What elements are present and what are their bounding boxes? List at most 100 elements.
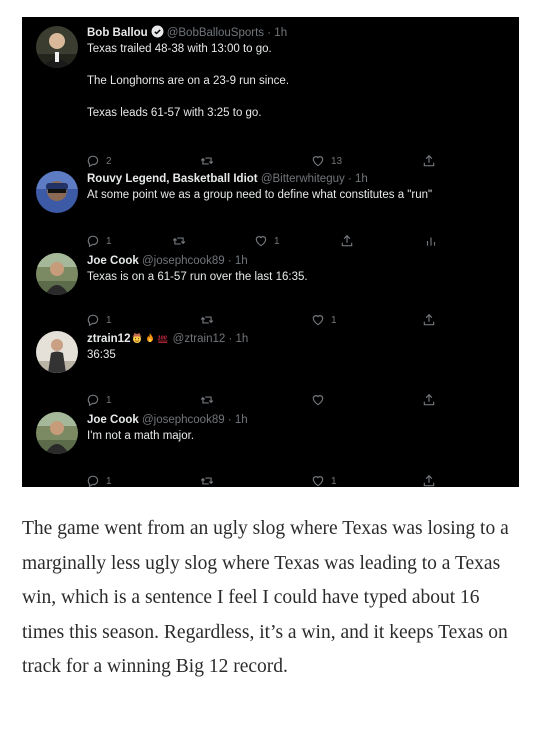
timestamp[interactable]: 1h: [236, 333, 249, 345]
reply-icon: [87, 475, 99, 487]
display-name[interactable]: Joe Cook: [87, 414, 139, 426]
retweet-button[interactable]: [200, 313, 220, 327]
timestamp[interactable]: 1h: [274, 27, 287, 39]
tweet-thread-screenshot: Bob Ballou @BobBallouSports · 1h Texas tr…: [22, 17, 519, 487]
handle[interactable]: @ztrain12: [173, 333, 226, 345]
share-button[interactable]: [422, 313, 436, 327]
like-button[interactable]: 1: [311, 474, 337, 487]
avatar[interactable]: [36, 331, 78, 373]
tweet-paragraph: Texas trailed 48-38 with 13:00 to go.: [87, 43, 272, 55]
retweet-button[interactable]: [172, 234, 192, 248]
tweet-paragraph: At some point we as a group need to defi…: [87, 189, 433, 201]
reply-count: 1: [106, 314, 112, 326]
share-icon: [423, 313, 435, 326]
like-button[interactable]: 13: [311, 154, 342, 168]
separator: ·: [347, 173, 352, 185]
tweet-text: Texas is on a 61-57 run over the last 16…: [87, 269, 507, 285]
display-name[interactable]: Joe Cook: [87, 255, 139, 267]
handle[interactable]: @josephcook89: [142, 255, 225, 267]
retweet-icon: [200, 157, 214, 165]
reply-button[interactable]: 1: [86, 474, 112, 487]
like-icon: [312, 476, 324, 487]
like-button[interactable]: 1: [311, 313, 337, 327]
tweet-bob-ballou[interactable]: Bob Ballou @BobBallouSports · 1h Texas tr…: [22, 25, 519, 170]
share-button[interactable]: [422, 393, 436, 407]
tweet-header: Rouvy Legend, Basketball Idiot @Bitterwh…: [87, 171, 507, 187]
reply-button[interactable]: 2: [86, 154, 112, 168]
handle[interactable]: @josephcook89: [142, 414, 225, 426]
avatar[interactable]: [36, 26, 78, 68]
reply-button[interactable]: 1: [86, 313, 112, 327]
separator: ·: [228, 333, 233, 345]
like-button[interactable]: [311, 393, 331, 407]
cowboy-face-emoji: [132, 333, 143, 343]
tweet-joe-cook-1[interactable]: Joe Cook @josephcook89 · 1h Texas is on …: [22, 253, 519, 333]
reply-count: 2: [106, 155, 112, 167]
tweet-text: Texas trailed 48-38 with 13:00 to go. Th…: [87, 41, 507, 121]
analytics-button[interactable]: [424, 234, 438, 248]
retweet-button[interactable]: [200, 154, 220, 168]
display-name[interactable]: ztrain12: [87, 333, 130, 345]
like-count: 1: [274, 235, 280, 247]
handle[interactable]: @BobBallouSports: [167, 27, 264, 39]
tweet-paragraph: Texas leads 61-57 with 3:25 to go.: [87, 107, 262, 119]
timestamp[interactable]: 1h: [355, 173, 368, 185]
timestamp[interactable]: 1h: [235, 414, 248, 426]
share-icon: [423, 474, 435, 487]
avatar[interactable]: [36, 171, 78, 213]
avatar[interactable]: [36, 412, 78, 454]
tweet-text: At some point we as a group need to defi…: [87, 187, 507, 203]
like-count: 13: [331, 155, 343, 167]
share-icon: [423, 393, 435, 406]
tweet-actions: 1 1: [22, 474, 519, 487]
tweet-paragraph: The Longhorns are on a 23-9 run since.: [87, 75, 290, 87]
retweet-icon: [172, 237, 186, 245]
retweet-icon: [200, 477, 214, 485]
share-button[interactable]: [422, 154, 436, 168]
retweet-icon: [200, 396, 214, 404]
tweet-header: Joe Cook @josephcook89 · 1h: [87, 412, 507, 428]
reply-icon: [87, 314, 99, 327]
retweet-button[interactable]: [200, 474, 220, 487]
tweet-actions: 1: [22, 393, 519, 409]
tweet-header: Bob Ballou @BobBallouSports · 1h: [87, 25, 507, 41]
like-icon: [312, 315, 324, 326]
retweet-button[interactable]: [200, 393, 220, 407]
separator: ·: [227, 255, 232, 267]
fire-emoji: [147, 333, 154, 342]
tweet-joe-cook-2[interactable]: Joe Cook @josephcook89 · 1h I'm not a ma…: [22, 412, 519, 487]
tweet-rouvy-legend[interactable]: Rouvy Legend, Basketball Idiot @Bitterwh…: [22, 171, 519, 251]
handle[interactable]: @Bitterwhiteguy: [261, 173, 345, 185]
tweet-header: Joe Cook @josephcook89 · 1h: [87, 253, 507, 269]
tweet-header: ztrain12 100 @ztrain12 · 1h: [87, 331, 507, 347]
display-name[interactable]: Rouvy Legend, Basketball Idiot: [87, 173, 258, 185]
separator: ·: [267, 27, 272, 39]
tweet-actions: 1 1: [22, 313, 519, 329]
reply-count: 1: [106, 235, 112, 247]
like-button[interactable]: 1: [254, 234, 280, 248]
share-icon: [341, 234, 353, 247]
tweet-text: 36:35: [87, 347, 507, 363]
like-count: 1: [331, 314, 337, 326]
reply-count: 1: [106, 394, 112, 406]
like-icon: [312, 395, 324, 406]
like-icon: [312, 156, 324, 167]
tweet-actions: 1 1: [22, 234, 519, 250]
reply-icon: [87, 235, 99, 248]
reply-count: 1: [106, 475, 112, 487]
display-name[interactable]: Bob Ballou: [87, 27, 148, 39]
reply-button[interactable]: 1: [86, 393, 112, 407]
like-icon: [255, 236, 267, 247]
share-button[interactable]: [422, 474, 436, 487]
tweet-ztrain12[interactable]: ztrain12 100 @ztrain12 · 1h 36:35 1: [22, 331, 519, 411]
reply-button[interactable]: 1: [86, 234, 112, 248]
verified-badge-icon: [151, 25, 164, 38]
retweet-icon: [200, 316, 214, 324]
avatar[interactable]: [36, 253, 78, 295]
timestamp[interactable]: 1h: [235, 255, 248, 267]
tweet-actions: 2 13: [22, 154, 519, 170]
share-button[interactable]: [340, 234, 354, 248]
share-icon: [423, 154, 435, 167]
analytics-icon: [426, 237, 436, 246]
tweet-text: I'm not a math major.: [87, 428, 507, 444]
